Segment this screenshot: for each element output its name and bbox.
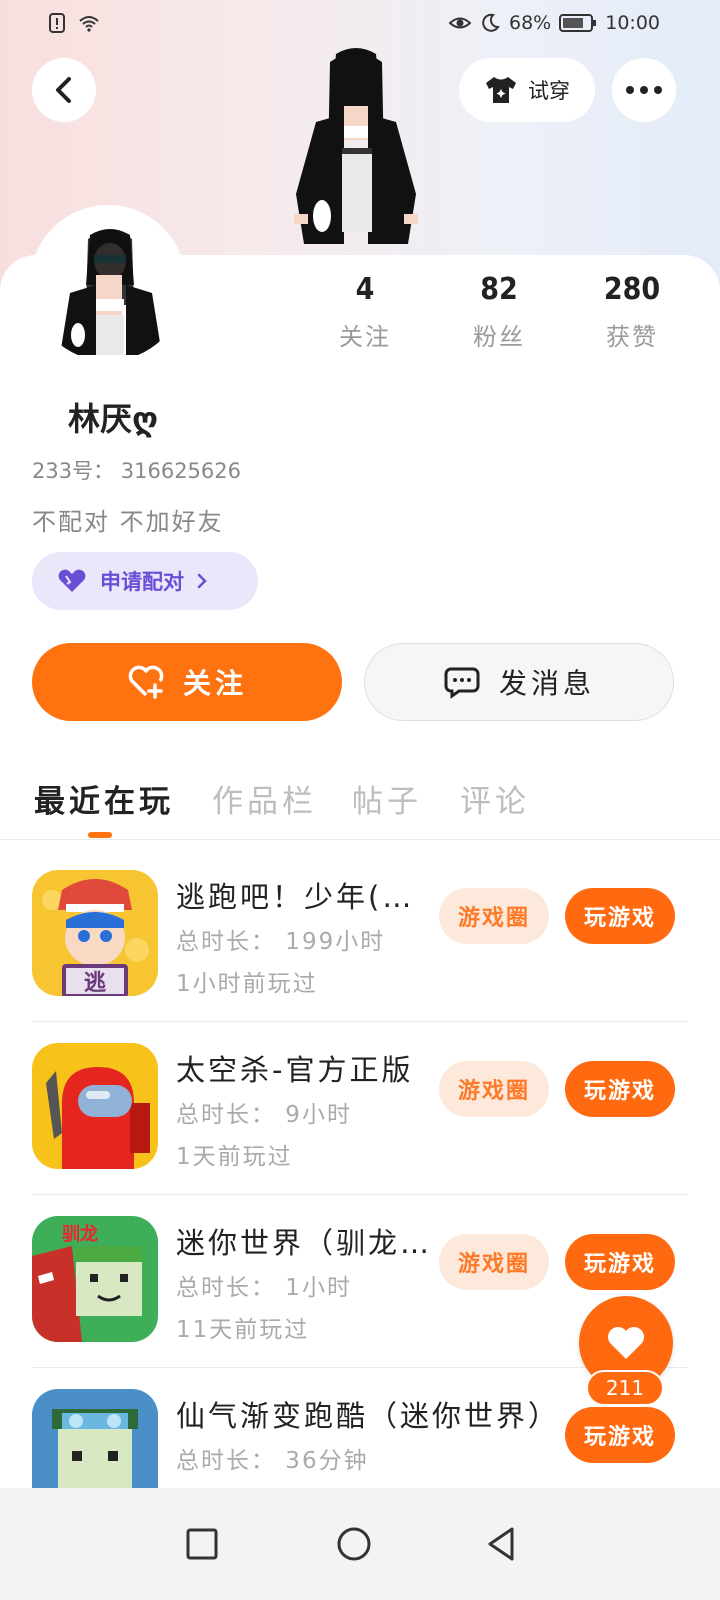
game-last-played: 1天前玩过 (176, 1144, 293, 1170)
tshirt-icon (486, 77, 516, 103)
battery-percent: 68% (509, 12, 552, 34)
user-bio: 不配对 不加好友 (32, 508, 224, 536)
eye-icon (449, 17, 471, 29)
request-pair-label: 申请配对 (100, 570, 184, 594)
tab-comments[interactable]: 评论 (460, 776, 530, 821)
stat-label: 关注 (339, 323, 391, 351)
send-message-label: 发消息 (498, 667, 595, 700)
game-row[interactable]: 太空杀-官方正版 总时长： 9小时 1天前玩过 游戏圈 玩游戏 (0, 1021, 720, 1195)
system-navigation-bar (0, 1488, 720, 1600)
username: 林厌ღ (68, 400, 159, 438)
stat-value: 280 (603, 272, 661, 307)
game-icon (32, 1043, 158, 1169)
game-circle-button[interactable]: 游戏圈 (439, 888, 549, 944)
tab-recently-played[interactable]: 最近在玩 (34, 776, 174, 821)
try-on-button[interactable]: 试穿 (459, 58, 595, 122)
stat-value: 4 (355, 272, 375, 307)
tab-posts[interactable]: 帖子 (352, 776, 422, 821)
game-duration: 总时长： 1小时 (176, 1275, 352, 1301)
game-title: 仙气渐变跑酷（迷你世界） (176, 1399, 561, 1433)
heart-icon (608, 1327, 644, 1359)
avatar-image (60, 229, 162, 355)
game-circle-button[interactable]: 游戏圈 (439, 1061, 549, 1117)
follow-label: 关注 (182, 667, 247, 700)
tab-works[interactable]: 作品栏 (212, 776, 317, 821)
game-duration: 总时长： 9小时 (176, 1102, 352, 1128)
game-icon-text: 逃 (84, 971, 107, 996)
back-nav-icon[interactable] (482, 1524, 522, 1564)
status-bar: 68% 10:00 (0, 0, 720, 48)
game-last-played: 1小时前玩过 (176, 971, 318, 997)
like-count: 211 (586, 1370, 664, 1406)
send-message-button[interactable]: 发消息 (364, 643, 674, 721)
stat-followers[interactable]: 82 粉丝 (439, 272, 559, 352)
alert-icon (49, 13, 65, 33)
avatar-figure-image (294, 48, 418, 244)
follow-button[interactable]: 关注 (32, 643, 342, 721)
play-game-button[interactable]: 玩游戏 (565, 1061, 675, 1117)
moon-icon (482, 13, 500, 32)
chat-bubble-icon (444, 667, 480, 699)
game-title: 迷你世界（驯龙… (176, 1226, 433, 1260)
battery-icon (559, 14, 597, 32)
profile-tabs: 最近在玩 作品栏 帖子 评论 (0, 770, 720, 840)
game-duration: 总时长： 199小时 (176, 929, 386, 955)
game-row[interactable]: 逃 逃跑吧！少年(… 总时长： 199小时 1小时前玩过 游戏圈 玩游戏 (0, 848, 720, 1022)
stat-value: 82 (480, 272, 518, 307)
heart-pair-icon (58, 569, 86, 592)
game-circle-button[interactable]: 游戏圈 (439, 1234, 549, 1290)
back-button[interactable] (32, 58, 96, 122)
request-pair-button[interactable]: 申请配对 (32, 552, 258, 610)
game-duration: 总时长： 36分钟 (176, 1448, 369, 1474)
wifi-icon (79, 16, 99, 32)
stat-label: 获赞 (606, 323, 658, 351)
more-icon (626, 86, 662, 94)
game-last-played: 11天前玩过 (176, 1317, 310, 1343)
stat-label: 粉丝 (473, 323, 525, 351)
play-game-button[interactable]: 玩游戏 (565, 1234, 675, 1290)
stat-likes[interactable]: 280 获赞 (572, 272, 692, 352)
game-icon: 驯龙 (32, 1216, 158, 1342)
play-game-button[interactable]: 玩游戏 (565, 1407, 675, 1463)
stat-following[interactable]: 4 关注 (305, 272, 425, 352)
avatar[interactable] (30, 205, 186, 361)
recent-apps-icon[interactable] (182, 1524, 222, 1564)
play-game-button[interactable]: 玩游戏 (565, 888, 675, 944)
home-icon[interactable] (334, 1524, 374, 1564)
game-title: 太空杀-官方正版 (176, 1053, 414, 1087)
clock: 10:00 (605, 12, 660, 34)
back-icon (56, 77, 71, 103)
game-icon: 逃 (32, 870, 158, 996)
heart-plus-icon (128, 665, 164, 699)
game-icon-text: 驯龙 (62, 1223, 98, 1245)
chevron-right-icon (197, 573, 207, 589)
user-id: 233号： 316625626 (32, 459, 242, 483)
game-title: 逃跑吧！少年(… (176, 880, 415, 914)
more-button[interactable] (612, 58, 676, 122)
tab-active-indicator (88, 832, 112, 838)
try-on-label: 试穿 (528, 79, 570, 103)
